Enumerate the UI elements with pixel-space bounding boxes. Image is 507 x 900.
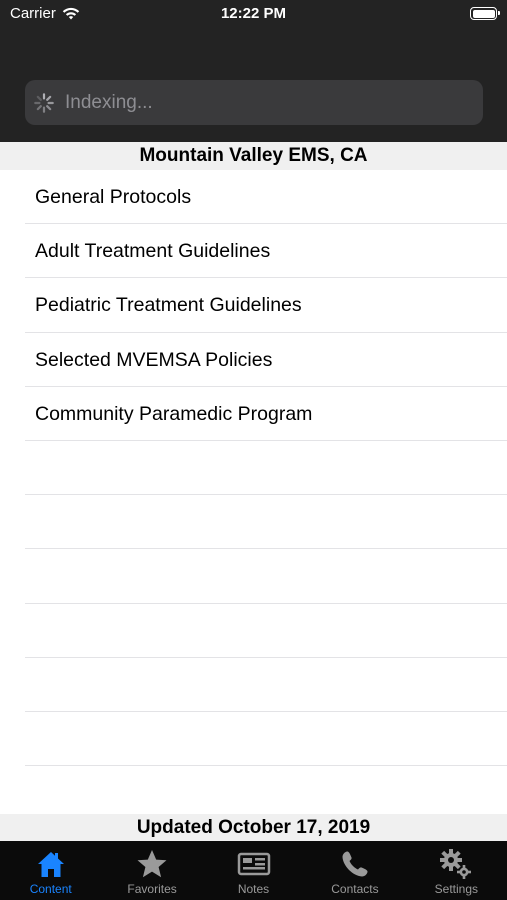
list-item-label: Adult Treatment Guidelines: [35, 240, 271, 263]
battery-icon: [470, 7, 500, 20]
tab-settings[interactable]: Settings: [406, 841, 507, 900]
tab-label: Notes: [237, 882, 270, 896]
gear-icon: [439, 847, 473, 881]
search-input[interactable]: Indexing...: [65, 92, 153, 114]
empty-row: [0, 604, 507, 658]
loading-spinner-icon: [34, 92, 54, 113]
tab-label: Settings: [434, 882, 478, 896]
empty-row: [0, 441, 507, 496]
list-item[interactable]: Selected MVEMSA Policies: [0, 333, 507, 387]
tab-notes[interactable]: Notes: [203, 841, 304, 900]
star-icon: [135, 847, 169, 881]
list-item[interactable]: Community Paramedic Program: [0, 387, 507, 441]
protocol-list: General Protocols Adult Treatment Guidel…: [0, 170, 507, 767]
tab-content[interactable]: Content: [0, 841, 101, 900]
tab-bar: Content Favorites Notes Contacts Setting…: [0, 841, 507, 900]
list-item-label: Selected MVEMSA Policies: [35, 348, 273, 371]
list-item[interactable]: General Protocols: [0, 170, 507, 225]
updated-footer: Updated October 17, 2019: [0, 814, 507, 841]
row-divider: [25, 765, 507, 767]
list-item-label: Pediatric Treatment Guidelines: [35, 294, 302, 317]
search-bar[interactable]: Indexing...: [25, 80, 483, 125]
list-item-label: Community Paramedic Program: [35, 402, 313, 425]
empty-row: [0, 658, 507, 712]
phone-icon: [338, 847, 372, 881]
top-bar: Carrier 12:22 PM Indexing...: [0, 0, 507, 142]
status-bar: Carrier 12:22 PM: [0, 0, 507, 28]
tab-contacts[interactable]: Contacts: [304, 841, 405, 900]
tab-label: Contacts: [331, 882, 379, 896]
empty-row: [0, 549, 507, 604]
notes-icon: [237, 847, 271, 881]
list-item-label: General Protocols: [35, 186, 192, 208]
empty-row: [0, 495, 507, 550]
house-icon: [34, 847, 68, 881]
section-header: Mountain Valley EMS, CA: [0, 142, 507, 170]
tab-label: Content: [29, 882, 72, 896]
status-time: 12:22 PM: [220, 5, 287, 22]
tab-label: Favorites: [127, 882, 177, 896]
tab-favorites[interactable]: Favorites: [101, 841, 202, 900]
list-item[interactable]: Adult Treatment Guidelines: [0, 224, 507, 279]
empty-row: [0, 712, 507, 767]
list-item[interactable]: Pediatric Treatment Guidelines: [0, 278, 507, 333]
